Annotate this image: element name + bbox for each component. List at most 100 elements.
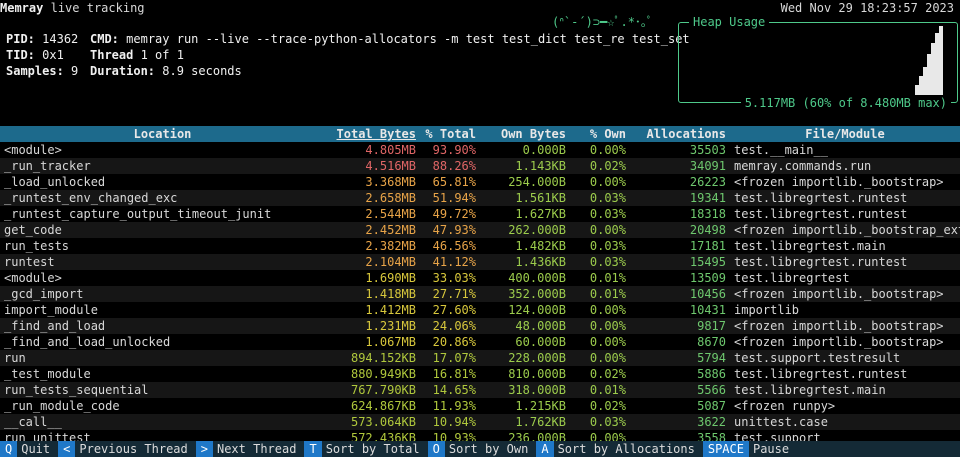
key-space[interactable]: SPACE <box>702 441 749 457</box>
cell-location: _runtest_env_changed_exc <box>0 190 325 206</box>
table-row[interactable]: _test_module 880.949KB 16.81% 810.000B 0.02%… <box>0 366 960 382</box>
duration-line: Duration: 8.9 seconds <box>90 63 242 79</box>
key-binding-1[interactable]: < <box>58 441 76 457</box>
cell-percent-own: 0.00% <box>570 318 630 334</box>
cell-percent-total: 20.86% <box>432 335 476 349</box>
key-binding-3[interactable]: T <box>304 441 322 457</box>
key-binding-2[interactable]: > <box>195 441 213 457</box>
cell-allocations: 35503 <box>689 143 726 157</box>
key-binding-4[interactable]: O <box>427 441 445 457</box>
tid-value: 0x1 <box>42 48 64 62</box>
cell-total-bytes: 1.690MB <box>365 271 416 285</box>
table-row[interactable]: run_tests_sequential 767.790KB 14.65% 318.0… <box>0 382 960 398</box>
heap-usage-graph <box>915 26 945 96</box>
cell-percent-total: 14.65% <box>420 382 480 398</box>
table-row[interactable]: _find_and_load_unlocked 1.067MB 20.86% 60.0… <box>0 334 960 350</box>
cell-location: runtest <box>0 254 325 270</box>
table-row[interactable]: _gcd_import 1.418MB 27.71% 352.000B 0.01% 104… <box>0 286 960 302</box>
pid-value: 14362 <box>42 32 79 46</box>
cell-percent-own: 0.00% <box>589 143 626 157</box>
cell-allocations: 18318 <box>689 207 726 221</box>
cell-total-bytes: 4.516MB <box>325 158 420 174</box>
column-allocations[interactable]: Allocations <box>630 126 730 142</box>
column-file-module[interactable]: File/Module <box>730 126 960 142</box>
column-percent-own[interactable]: % Own <box>570 126 630 142</box>
table-row[interactable]: _run_module_code 624.867KB 11.93% 1.215KB 0.… <box>0 398 960 414</box>
table-row[interactable]: <module> 4.805MB 93.90% 0.000B 0.00% 35503 tes… <box>0 142 960 158</box>
cmd-value: memray run --live --trace-python-allocat… <box>126 32 690 46</box>
column-location[interactable]: Location <box>0 126 325 142</box>
key-binding-0[interactable]: Q <box>0 441 18 457</box>
cell-file-module: <frozen importlib._bootstrap_external> <box>730 222 960 238</box>
column-own-bytes[interactable]: Own Bytes <box>480 126 570 142</box>
cell-own-bytes: 1.627KB <box>515 207 566 221</box>
cell-percent-total: 33.03% <box>432 271 476 285</box>
cell-location: _runtest_capture_output_timeout_junit <box>4 207 272 221</box>
cell-allocations: 5566 <box>630 382 730 398</box>
thread-value: 1 of 1 <box>140 48 184 62</box>
cell-own-bytes: 318.000B <box>480 382 570 398</box>
cell-own-bytes: 60.000B <box>515 335 566 349</box>
pid-line: PID: 14362 <box>6 31 78 47</box>
cell-allocations: 8670 <box>697 335 726 349</box>
keybinding-label: Pause <box>752 442 790 456</box>
cell-total-bytes: 4.805MB <box>365 143 416 157</box>
keybinding-label: Previous Thread <box>79 442 188 456</box>
cell-allocations: 34091 <box>630 158 730 174</box>
cell-percent-total: 93.90% <box>432 143 476 157</box>
heap-usage-panel: Heap Usage 5.117MB (60% of 8.480MB max) <box>678 14 958 111</box>
table-row[interactable]: _run_tracker 4.516MB 88.26% 1.143KB 0.02% 340… <box>0 158 960 174</box>
cell-allocations: 5886 <box>697 367 726 381</box>
table-row[interactable]: get_code 2.452MB 47.93% 262.000B 0.00% 20498 <… <box>0 222 960 238</box>
table-row[interactable]: _load_unlocked 3.368MB 65.81% 254.000B 0.00%… <box>0 174 960 190</box>
datetime: Wed Nov 29 18:23:57 2023 <box>780 1 954 15</box>
cell-own-bytes: 1.215KB <box>515 399 566 413</box>
cell-percent-own: 0.03% <box>589 207 626 221</box>
cell-file-module: <frozen importlib._bootstrap> <box>734 335 944 349</box>
cell-allocations: 10456 <box>630 286 730 302</box>
table-row[interactable]: _runtest_capture_output_timeout_junit 2.5… <box>0 206 960 222</box>
cell-total-bytes: 2.452MB <box>325 222 420 238</box>
samples-line: Samples: 9 <box>6 63 78 79</box>
cell-percent-own: 0.01% <box>570 286 630 302</box>
cell-file-module: unittest.case <box>730 414 960 430</box>
cell-allocations: 15495 <box>630 254 730 270</box>
table-row[interactable]: import_module 1.412MB 27.60% 124.000B 0.00% 1… <box>0 302 960 318</box>
cell-own-bytes: 810.000B <box>508 367 566 381</box>
cell-allocations: 9817 <box>630 318 730 334</box>
cell-own-bytes: 124.000B <box>508 303 566 317</box>
cell-location: <module> <box>4 143 62 157</box>
table-row[interactable]: __call__ 573.064KB 10.94% 1.762KB 0.03% 3622 u… <box>0 414 960 430</box>
table-row[interactable]: run_tests 2.382MB 46.56% 1.482KB 0.03% 17181 t… <box>0 238 960 254</box>
table-row[interactable]: runtest 2.104MB 41.12% 1.436KB 0.03% 15495 tes… <box>0 254 960 270</box>
cell-percent-own: 0.02% <box>589 367 626 381</box>
column-total-bytes[interactable]: Total Bytes <box>325 126 420 142</box>
samples-label: Samples: <box>6 64 64 78</box>
cell-allocations: 19341 <box>630 190 730 206</box>
ascii-art: (ᐢ`-´)⊃━☆ﾟ.*･｡ﾟ <box>552 15 653 29</box>
table-row[interactable]: <module> 1.690MB 33.03% 400.000B 0.01% 13509 t… <box>0 270 960 286</box>
duration-label: Duration: <box>90 64 156 78</box>
table-row[interactable]: run 894.152KB 17.07% 228.000B 0.00% 5794 test.… <box>0 350 960 366</box>
cell-percent-own: 0.03% <box>589 239 626 253</box>
cell-percent-total: 17.07% <box>420 350 480 366</box>
cell-percent-total: 65.81% <box>432 175 476 189</box>
key-binding-5[interactable]: A <box>536 441 554 457</box>
table-row[interactable]: _find_and_load 1.231MB 24.06% 48.000B 0.00% 9… <box>0 318 960 334</box>
cell-allocations: 10431 <box>689 303 726 317</box>
keybinding-label: Quit <box>21 442 51 456</box>
cell-file-module: <frozen runpy> <box>734 399 836 413</box>
cell-percent-total: 16.81% <box>432 367 476 381</box>
cell-allocations: 13509 <box>689 271 726 285</box>
cell-total-bytes: 1.412MB <box>365 303 416 317</box>
cell-percent-total: 24.06% <box>420 318 480 334</box>
cell-total-bytes: 2.544MB <box>365 207 416 221</box>
column-percent-total[interactable]: % Total <box>420 126 480 142</box>
cell-location: _find_and_load <box>0 318 325 334</box>
cell-percent-total: 27.71% <box>420 286 480 302</box>
table-row[interactable]: _runtest_env_changed_exc 2.658MB 51.94% 1.5… <box>0 190 960 206</box>
cell-own-bytes: 48.000B <box>480 318 570 334</box>
cell-file-module: test.libregrtest.runtest <box>730 254 960 270</box>
cell-file-module: <frozen importlib._bootstrap> <box>730 318 960 334</box>
cell-percent-own: 0.00% <box>589 335 626 349</box>
